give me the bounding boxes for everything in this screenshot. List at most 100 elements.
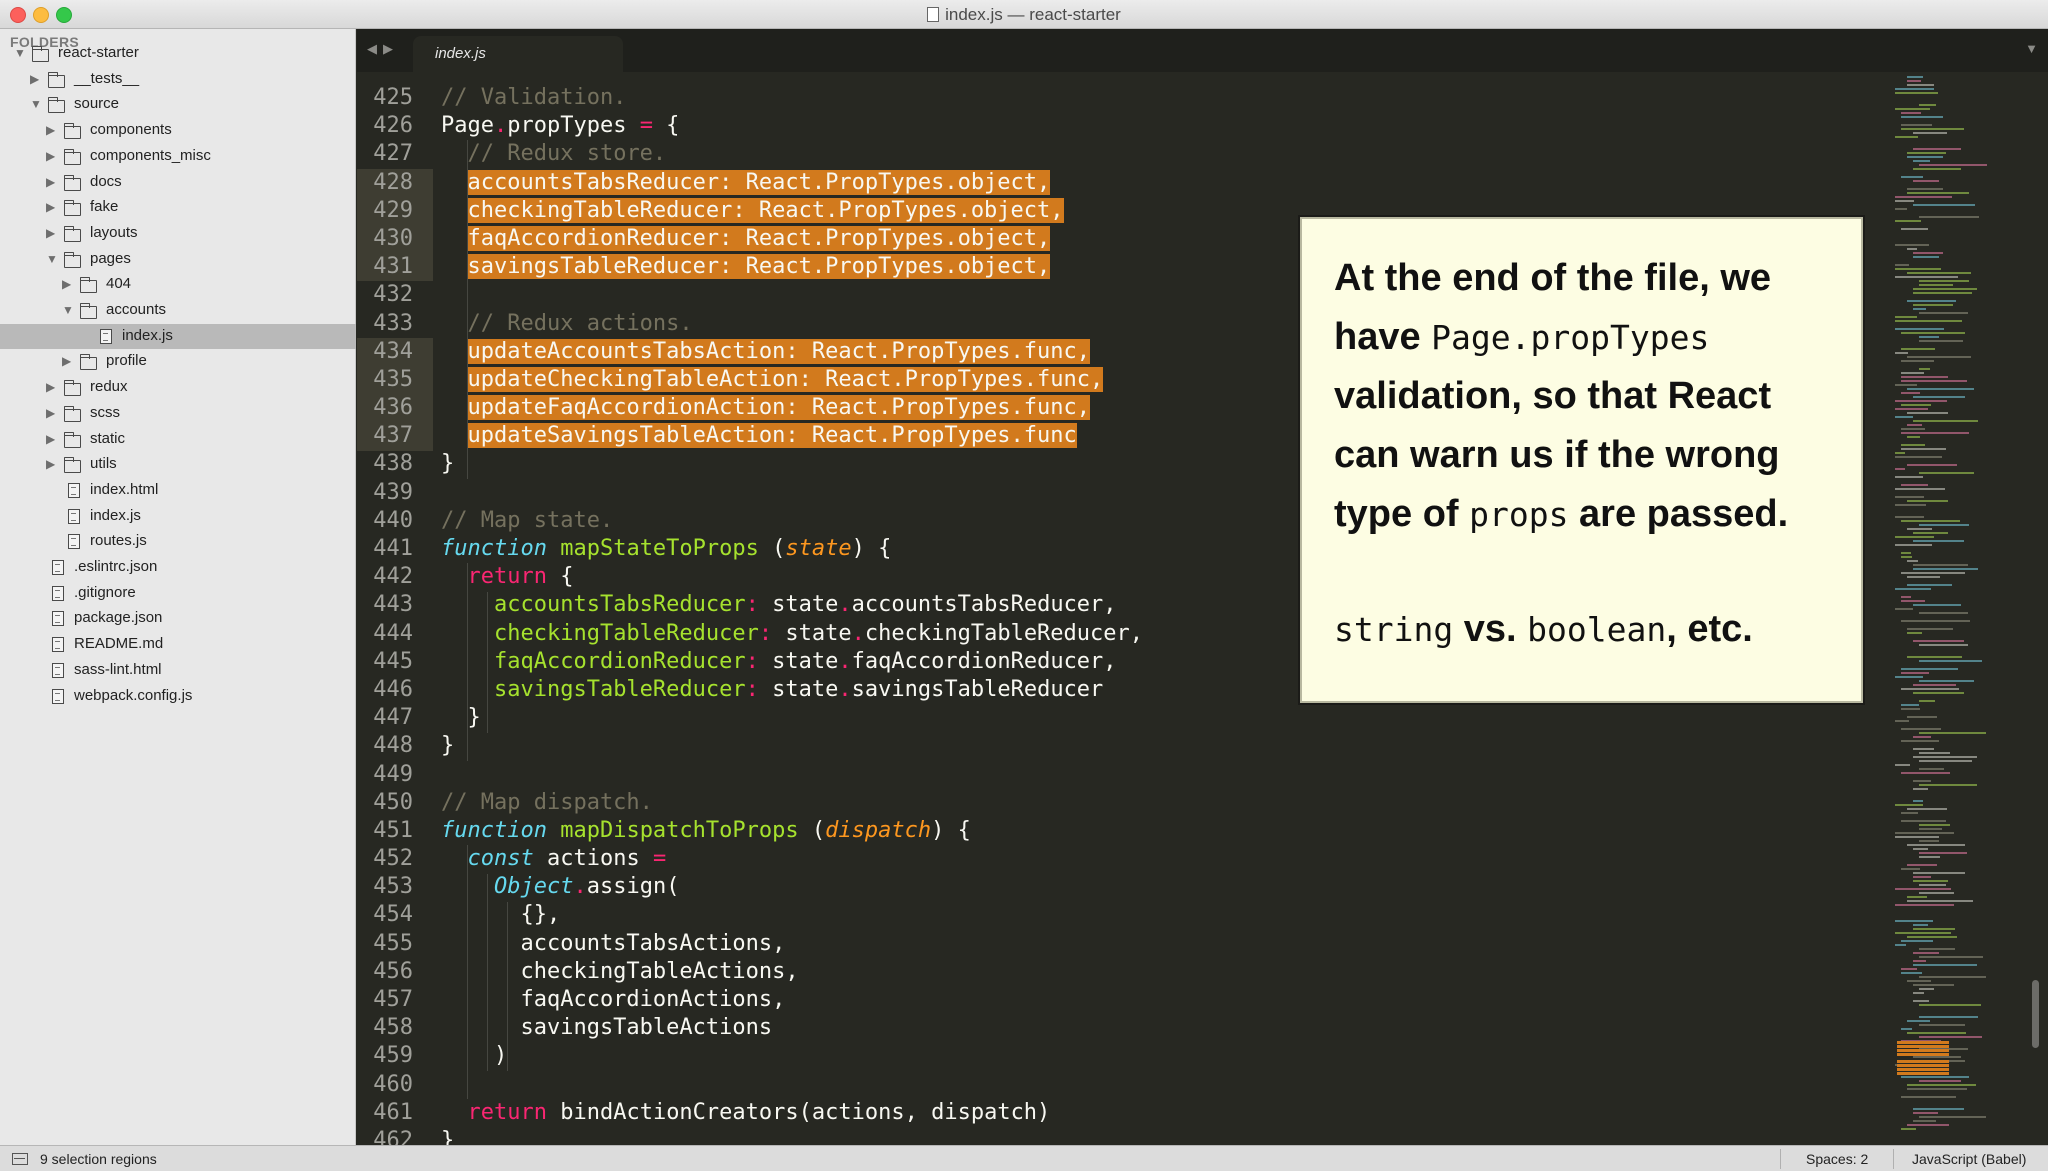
chevron-down-icon[interactable]: ▼	[14, 46, 26, 60]
tab-nav-arrows[interactable]: ◀▶	[367, 41, 399, 57]
code-line[interactable]: 457 faqAccordionActions,	[357, 986, 1857, 1014]
chevron-right-icon[interactable]: ▶	[46, 457, 58, 471]
sidebar-file-row[interactable]: index.js	[0, 504, 356, 529]
code-line[interactable]: 447 }	[357, 704, 1857, 732]
sidebar-file-row[interactable]: package.json	[0, 606, 356, 631]
sidebar-file-row[interactable]: index.html	[0, 478, 356, 503]
minimap[interactable]	[1895, 76, 2025, 1136]
chevron-down-icon[interactable]: ▼	[62, 303, 74, 317]
code-line[interactable]: 452 const actions =	[357, 845, 1857, 873]
sidebar-file-row[interactable]: index.js	[0, 323, 356, 349]
code-line[interactable]: 459 )	[357, 1042, 1857, 1070]
sidebar-folder-row[interactable]: ▼ react-starter	[0, 41, 356, 66]
file-icon	[52, 560, 64, 575]
syntax-setting[interactable]: JavaScript (Babel)	[1912, 1151, 2026, 1167]
chevron-right-icon[interactable]: ▶	[46, 123, 58, 137]
code-line[interactable]: 428 accountsTabsReducer: React.PropTypes…	[357, 169, 1857, 197]
minimap-line	[1901, 704, 1919, 706]
code-line[interactable]: 453 Object.assign(	[357, 873, 1857, 901]
code-line[interactable]: 451 function mapDispatchToProps (dispatch…	[357, 817, 1857, 845]
sidebar-folder-row[interactable]: ▶ redux	[0, 375, 356, 400]
code-line[interactable]: 426 Page.propTypes = {	[357, 112, 1857, 140]
chevron-right-icon[interactable]: ▶	[46, 200, 58, 214]
sidebar: FOLDERS ▼ react-starter ▶ __tests__ ▼ source ▶…	[0, 29, 356, 1145]
chevron-down-icon[interactable]: ▼	[30, 97, 42, 111]
sidebar-folder-row[interactable]: ▶ utils	[0, 452, 356, 477]
code-line[interactable]: 462}	[357, 1127, 1857, 1145]
minimap-line	[1895, 316, 1917, 318]
sidebar-folder-row[interactable]: ▶ 404	[0, 272, 356, 297]
chevron-down-icon[interactable]: ▼	[46, 252, 58, 266]
sidebar-folder-row[interactable]: ▶ __tests__	[0, 67, 356, 92]
minimap-line	[1919, 948, 1955, 950]
line-code: // Redux store.	[441, 140, 667, 168]
folder-icon	[63, 123, 81, 140]
sidebar-folder-row[interactable]: ▼ pages	[0, 247, 356, 272]
chevron-right-icon[interactable]: ▶	[30, 72, 42, 86]
panel-toggle-icon[interactable]	[12, 1153, 28, 1165]
code-line[interactable]: 456 checkingTableActions,	[357, 958, 1857, 986]
sidebar-file-row[interactable]: .eslintrc.json	[0, 555, 356, 580]
scrollbar-thumb[interactable]	[2032, 980, 2039, 1048]
minimap-line	[1913, 540, 1964, 542]
sidebar-file-row[interactable]: README.md	[0, 632, 356, 657]
sidebar-folder-row[interactable]: ▶ components	[0, 118, 356, 143]
indentation-setting[interactable]: Spaces: 2	[1806, 1151, 1868, 1167]
sidebar-folder-row[interactable]: ▶ fake	[0, 195, 356, 220]
minimap-line	[1901, 228, 1928, 230]
minimap-line	[1901, 444, 1925, 446]
chevron-right-icon[interactable]: ▶	[46, 226, 58, 240]
chevron-right-icon[interactable]: ▶	[62, 277, 74, 291]
line-number: 446	[373, 676, 413, 702]
status-separator	[1893, 1149, 1894, 1169]
minimap-line	[1919, 892, 1954, 894]
sidebar-file-row[interactable]: routes.js	[0, 529, 356, 554]
chevron-right-icon[interactable]: ▶	[46, 380, 58, 394]
code-line[interactable]: 448}	[357, 732, 1857, 760]
code-token: }	[441, 451, 455, 477]
code-line[interactable]: 458 savingsTableActions	[357, 1014, 1857, 1042]
chevron-right-icon[interactable]: ▶	[46, 175, 58, 189]
code-line[interactable]: 427 // Redux store.	[357, 140, 1857, 168]
chevron-right-icon[interactable]: ▶	[62, 354, 74, 368]
sidebar-folder-row[interactable]: ▶ static	[0, 427, 356, 452]
line-number: 462	[373, 1127, 413, 1145]
sidebar-folder-row[interactable]: ▶ profile	[0, 349, 356, 374]
sidebar-file-row[interactable]: .gitignore	[0, 581, 356, 606]
code-line[interactable]: 461 return bindActionCreators(actions, d…	[357, 1099, 1857, 1127]
minimap-line	[1907, 152, 1946, 154]
line-code: accountsTabsReducer: React.PropTypes.obj…	[441, 169, 1051, 197]
tree-item-label: fake	[90, 198, 119, 216]
code-line[interactable]: 454 {},	[357, 901, 1857, 929]
code-token: )	[441, 1043, 508, 1069]
sidebar-file-row[interactable]: webpack.config.js	[0, 684, 356, 709]
tab-dropdown-icon[interactable]: ▼	[2025, 41, 2038, 56]
tab-label: index.js	[435, 45, 486, 62]
line-number: 460	[373, 1071, 413, 1097]
code-line[interactable]: 425 // Validation.	[357, 84, 1857, 112]
minimap-line	[1895, 488, 1945, 490]
code-line[interactable]: 449	[357, 761, 1857, 789]
sidebar-folder-row[interactable]: ▼ source	[0, 92, 356, 117]
chevron-right-icon[interactable]: ▶	[46, 432, 58, 446]
minimap-line	[1907, 1020, 1930, 1022]
code-line[interactable]: 455 accountsTabsActions,	[357, 930, 1857, 958]
sidebar-folder-row[interactable]: ▼ accounts	[0, 298, 356, 323]
sidebar-folder-row[interactable]: ▶ components_misc	[0, 144, 356, 169]
tab-index-js[interactable]: index.js	[413, 36, 623, 72]
chevron-right-icon[interactable]: ▶	[46, 149, 58, 163]
sidebar-folder-row[interactable]: ▶ scss	[0, 401, 356, 426]
line-code: savingsTableReducer: React.PropTypes.obj…	[441, 253, 1051, 281]
minimap-line	[1913, 684, 1956, 686]
code-line[interactable]: 450 // Map dispatch.	[357, 789, 1857, 817]
code-token: .	[573, 874, 587, 900]
tree-item-label: utils	[90, 455, 117, 473]
folder-icon	[63, 431, 81, 448]
code-line[interactable]: 460	[357, 1071, 1857, 1099]
code-token: faqAccordionReducer: React.PropTypes.obj…	[467, 225, 1051, 251]
sidebar-folder-row[interactable]: ▶ layouts	[0, 221, 356, 246]
sidebar-folder-row[interactable]: ▶ docs	[0, 170, 356, 195]
chevron-right-icon[interactable]: ▶	[46, 406, 58, 420]
sidebar-file-row[interactable]: sass-lint.html	[0, 658, 356, 683]
minimap-highlight	[1897, 1060, 1949, 1063]
